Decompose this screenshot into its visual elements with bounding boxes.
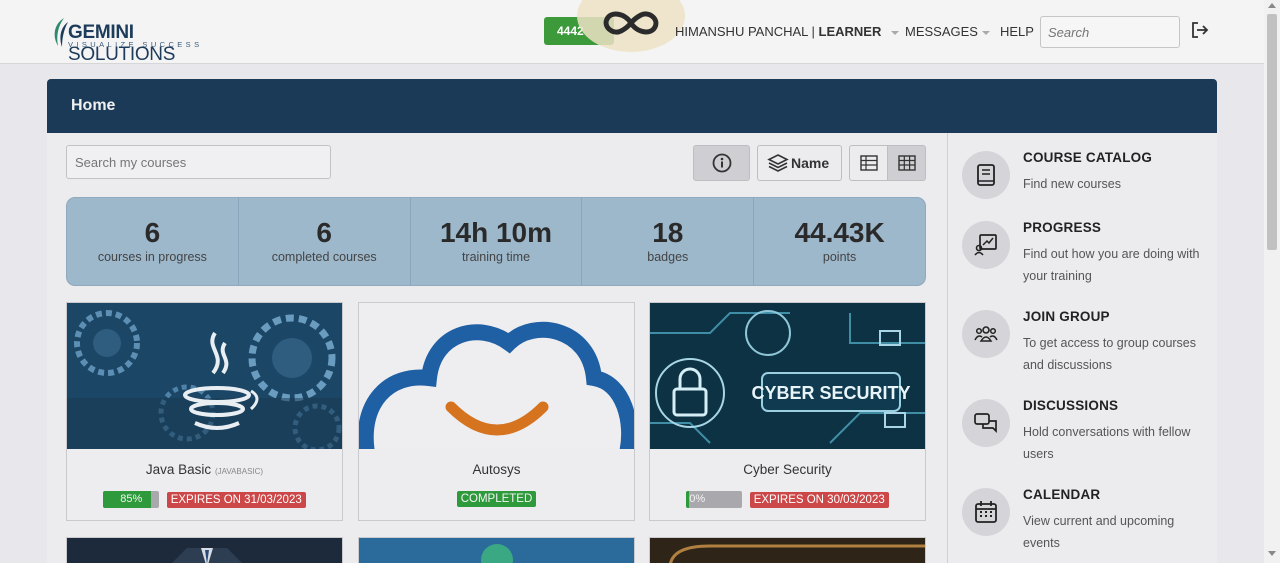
book-icon: [962, 151, 1010, 199]
course-status: COMPLETED: [359, 490, 634, 508]
cyber-lock-image: CYBER SECURITY: [650, 303, 925, 449]
cloud-smile-image: [359, 321, 634, 449]
course-thumbnail-image: [650, 538, 925, 563]
chevron-down-icon: [981, 30, 990, 35]
scroll-up-icon[interactable]: [1268, 3, 1276, 8]
chat-icon: [962, 399, 1010, 447]
course-title[interactable]: Java Basic (JAVABASIC): [67, 462, 342, 477]
quick-links-sidebar: COURSE CATALOG Find new courses PROGRESS…: [947, 133, 1217, 563]
course-search-input[interactable]: [66, 145, 331, 179]
messages-menu[interactable]: MESSAGES: [905, 24, 990, 39]
course-thumbnail-image: [359, 538, 634, 563]
info-icon: [712, 153, 732, 173]
sort-label: Name: [791, 155, 830, 171]
info-button[interactable]: [693, 145, 750, 181]
stat-training-time: 14h 10m training time: [411, 198, 583, 285]
grid-icon: [898, 155, 916, 171]
group-icon: [962, 310, 1010, 358]
calendar-icon: [962, 488, 1010, 536]
user-menu[interactable]: HIMANSHU PANCHAL | LEARNER: [675, 24, 900, 39]
layers-icon: [767, 154, 789, 172]
list-view-button[interactable]: [849, 145, 888, 181]
completed-badge: COMPLETED: [456, 490, 537, 507]
course-card-autosys[interactable]: Autosys COMPLETED: [358, 302, 635, 521]
infinity-icon[interactable]: [601, 5, 661, 41]
business-person-image: [67, 538, 342, 563]
course-card-row2-2[interactable]: [358, 537, 635, 563]
java-gears-image: [67, 303, 342, 449]
grid-view-button[interactable]: [887, 145, 926, 181]
course-title[interactable]: Cyber Security: [650, 462, 925, 477]
stat-badges: 18 badges: [582, 198, 755, 285]
course-title[interactable]: Autosys: [359, 462, 634, 477]
cyber-security-course-image[interactable]: CYBER SECURITY: [650, 303, 925, 449]
stats-summary: 6 courses in progress 6 completed course…: [66, 197, 926, 286]
scroll-thumb[interactable]: [1267, 14, 1277, 250]
cyber-security-image-text: CYBER SECURITY: [751, 383, 910, 403]
stat-completed-courses: 6 completed courses: [239, 198, 411, 285]
autosys-course-image[interactable]: [359, 303, 634, 449]
logo-tagline: VISUALIZE SUCCESS: [68, 40, 203, 49]
course-card-row2-3[interactable]: [649, 537, 926, 563]
table-list-icon: [860, 155, 878, 171]
global-search-input[interactable]: [1040, 16, 1180, 48]
progress-chart-icon: [962, 221, 1010, 269]
chevron-down-icon: [891, 30, 900, 35]
scroll-down-icon[interactable]: [1268, 551, 1276, 556]
leaf-logo-icon: [54, 18, 68, 47]
course-card-row2-1[interactable]: [66, 537, 343, 563]
progress-bar: 85%: [103, 491, 160, 509]
stat-points: 44.43K points: [794, 217, 885, 265]
home-panel: Home Name: [47, 79, 1217, 563]
sort-by-name-button[interactable]: Name: [757, 145, 842, 181]
course-status: 0% EXPIRES ON 30/03/2023: [650, 491, 925, 509]
page-title: Home: [47, 79, 1217, 133]
logout-icon[interactable]: [1190, 20, 1210, 40]
java-course-image[interactable]: [67, 303, 342, 449]
course-card-java-basic[interactable]: Java Basic (JAVABASIC) 85% EXPIRES ON 31…: [66, 302, 343, 521]
progress-bar: 0%: [686, 491, 743, 509]
top-navbar: GEMINI SOLUTIONS VISUALIZE SUCCESS 4442 …: [0, 0, 1264, 65]
gemini-solutions-logo[interactable]: GEMINI SOLUTIONS VISUALIZE SUCCESS: [50, 16, 230, 65]
help-link[interactable]: HELP: [1000, 24, 1034, 39]
expiry-badge: EXPIRES ON 30/03/2023: [749, 491, 889, 508]
course-card-cyber-security[interactable]: CYBER SECURITY Cyber Security 0% EXPIRES…: [649, 302, 926, 521]
page-scrollbar[interactable]: [1264, 0, 1280, 563]
course-status: 85% EXPIRES ON 31/03/2023: [67, 491, 342, 509]
expiry-badge: EXPIRES ON 31/03/2023: [166, 491, 306, 508]
stat-courses-in-progress: 6 courses in progress: [67, 198, 239, 285]
